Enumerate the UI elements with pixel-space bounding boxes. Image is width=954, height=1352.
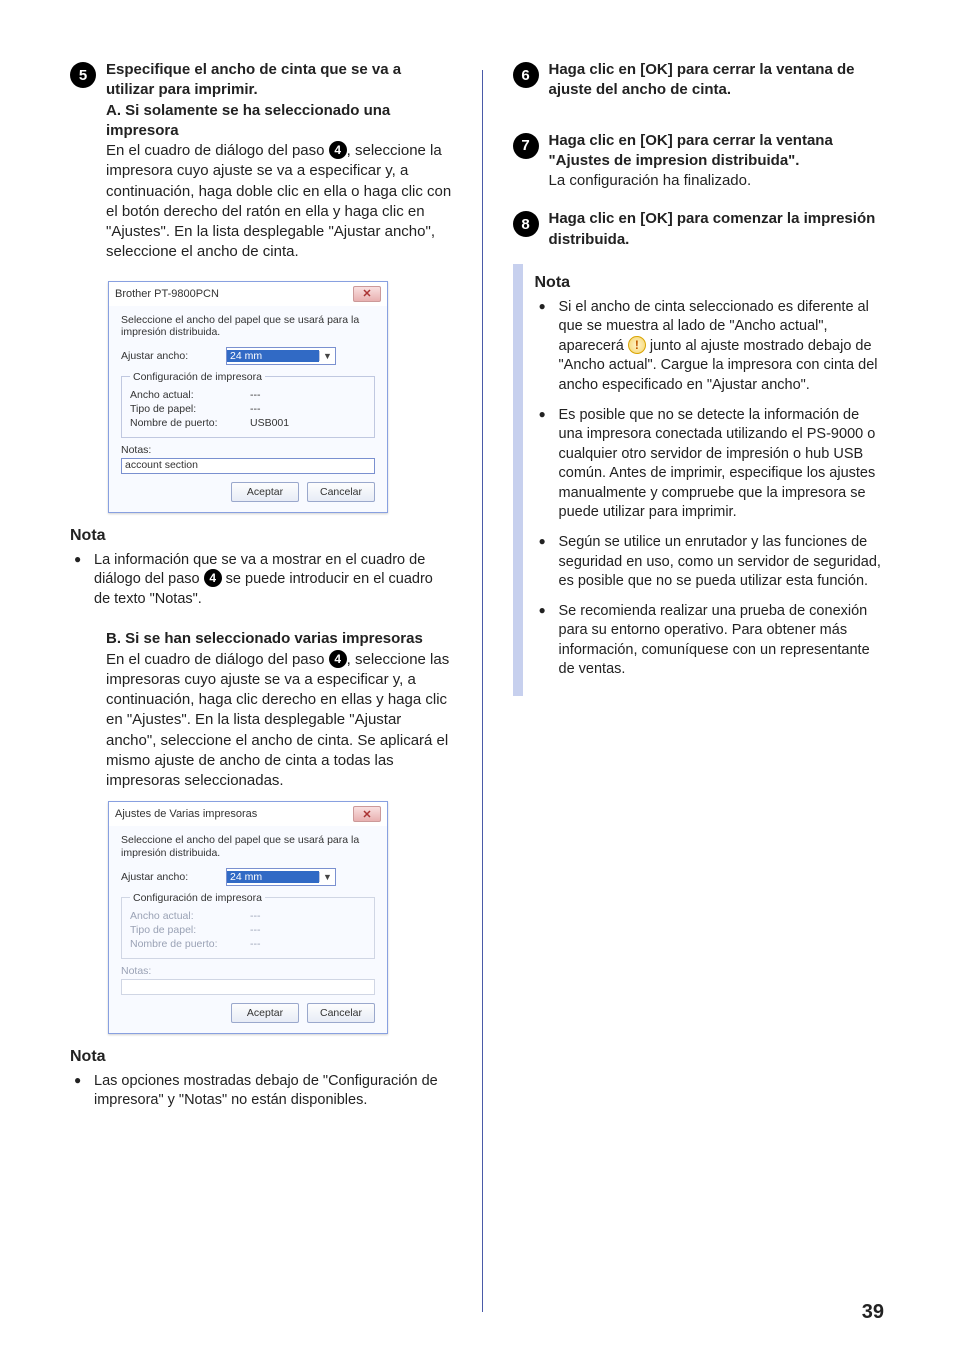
close-icon[interactable]: ✕ xyxy=(353,286,381,302)
step5-text-before: En el cuadro de diálogo del paso xyxy=(106,142,329,159)
step-5-title: Especifique el ancho de cinta que se va … xyxy=(106,60,452,101)
ok-button[interactable]: Aceptar xyxy=(231,1003,299,1023)
nota-right-item-2: Es posible que no se detecte la informac… xyxy=(559,406,883,523)
paper-type-label: Tipo de papel: xyxy=(130,924,240,936)
printer-config-group: Configuración de impresora Ancho actual:… xyxy=(121,892,375,959)
step-6-text: Haga clic en [OK] para cerrar la ventana… xyxy=(549,60,895,101)
dialog-desc: Seleccione el ancho del papel que se usa… xyxy=(121,834,375,859)
step4-ref-icon: 4 xyxy=(329,141,347,159)
step-7-bold: Haga clic en [OK] para cerrar la ventana… xyxy=(549,131,895,172)
dialog-body: Seleccione el ancho del papel que se usa… xyxy=(109,306,387,512)
port-name-value: USB001 xyxy=(250,417,289,429)
subB-title: B. Si se han seleccionado varias impreso… xyxy=(106,629,452,649)
adjust-width-row: Ajustar ancho: 24 mm ▼ xyxy=(121,347,375,365)
step-badge-7: 7 xyxy=(513,133,539,159)
adjust-width-select[interactable]: 24 mm ▼ xyxy=(226,347,336,365)
nota-1-list: La información que se va a mostrar en el… xyxy=(94,551,452,610)
chevron-down-icon[interactable]: ▼ xyxy=(319,351,335,361)
printer-config-group: Configuración de impresora Ancho actual:… xyxy=(121,371,375,438)
adjust-width-select[interactable]: 24 mm ▼ xyxy=(226,868,336,886)
current-width-label: Ancho actual: xyxy=(130,389,240,401)
nota-right-item-4: Se recomienda realizar una prueba de con… xyxy=(559,602,883,680)
notes-label: Notas: xyxy=(121,444,231,456)
step-badge-8: 8 xyxy=(513,211,539,237)
right-column: 6 Haga clic en [OK] para cerrar la venta… xyxy=(513,60,895,1312)
ok-button[interactable]: Aceptar xyxy=(231,482,299,502)
left-column: 5 Especifique el ancho de cinta que se v… xyxy=(70,60,452,1312)
port-name-value: --- xyxy=(250,938,261,950)
paper-type-value: --- xyxy=(250,403,261,415)
adjust-width-value: 24 mm xyxy=(227,871,319,883)
step4-ref-icon: 4 xyxy=(204,569,222,587)
current-width-value: --- xyxy=(250,910,261,922)
adjust-width-label: Ajustar ancho: xyxy=(121,871,216,883)
warning-icon: ! xyxy=(628,336,646,354)
dialog-titlebar: Brother PT-9800PCN ✕ xyxy=(109,282,387,306)
current-width-label: Ancho actual: xyxy=(130,910,240,922)
paper-type-value: --- xyxy=(250,924,261,936)
port-name-label: Nombre de puerto: xyxy=(130,417,240,429)
notes-input xyxy=(121,979,375,995)
notes-input[interactable]: account section xyxy=(121,458,375,474)
current-width-value: --- xyxy=(250,389,261,401)
nota-right-list: Si el ancho de cinta seleccionado es dif… xyxy=(559,298,883,680)
dialog-screenshot-single-printer: Brother PT-9800PCN ✕ Seleccione el ancho… xyxy=(108,281,388,513)
nota-right-item-1: Si el ancho de cinta seleccionado es dif… xyxy=(559,298,883,396)
step-5-body: Especifique el ancho de cinta que se va … xyxy=(106,60,452,269)
port-name-label: Nombre de puerto: xyxy=(130,938,240,950)
nota-heading-1: Nota xyxy=(70,527,452,545)
close-icon[interactable]: ✕ xyxy=(353,806,381,822)
notes-label: Notas: xyxy=(121,965,231,977)
step4-ref-icon: 4 xyxy=(329,650,347,668)
step-7: 7 Haga clic en [OK] para cerrar la venta… xyxy=(513,131,895,192)
dialog-screenshot-multi-printer: Ajustes de Varias impresoras ✕ Seleccion… xyxy=(108,801,388,1033)
step-6: 6 Haga clic en [OK] para cerrar la venta… xyxy=(513,60,895,101)
cancel-button[interactable]: Cancelar xyxy=(307,1003,375,1023)
nota-heading-right: Nota xyxy=(535,274,883,292)
step-badge-6: 6 xyxy=(513,62,539,88)
nota-heading-2: Nota xyxy=(70,1048,452,1066)
step-7-plain: La configuración ha finalizado. xyxy=(549,171,895,191)
nota-block-right: Nota Si el ancho de cinta seleccionado e… xyxy=(513,264,895,696)
subB-text: En el cuadro de diálogo del paso 4, sele… xyxy=(106,650,452,792)
subB-text-before: En el cuadro de diálogo del paso xyxy=(106,651,329,668)
nota-2-list: Las opciones mostradas debajo de "Config… xyxy=(94,1072,452,1111)
step-5-subA-title: A. Si solamente se ha seleccionado una i… xyxy=(106,101,452,142)
dialog-title: Brother PT-9800PCN xyxy=(115,288,219,300)
step-5-subA-text: En el cuadro de diálogo del paso 4, sele… xyxy=(106,141,452,263)
cancel-button[interactable]: Cancelar xyxy=(307,482,375,502)
dialog-titlebar: Ajustes de Varias impresoras ✕ xyxy=(109,802,387,826)
paper-type-label: Tipo de papel: xyxy=(130,403,240,415)
adjust-width-value: 24 mm xyxy=(227,350,319,362)
dialog-title: Ajustes de Varias impresoras xyxy=(115,808,257,820)
column-divider xyxy=(482,70,483,1312)
adjust-width-label: Ajustar ancho: xyxy=(121,350,216,362)
dialog-body: Seleccione el ancho del papel que se usa… xyxy=(109,826,387,1032)
nota-2-item: Las opciones mostradas debajo de "Config… xyxy=(94,1072,452,1111)
printer-config-legend: Configuración de impresora xyxy=(130,371,265,383)
step-7-body: Haga clic en [OK] para cerrar la ventana… xyxy=(549,131,895,192)
nota-right-item-3: Según se utilice un enrutador y las func… xyxy=(559,533,883,592)
step-5: 5 Especifique el ancho de cinta que se v… xyxy=(70,60,452,269)
dialog-desc: Seleccione el ancho del papel que se usa… xyxy=(121,314,375,339)
subB-text-after: , seleccione las impresoras cuyo ajuste … xyxy=(106,651,449,790)
printer-config-legend: Configuración de impresora xyxy=(130,892,265,904)
page-number: 39 xyxy=(862,1301,884,1324)
step5-text-after: , seleccione la impresora cuyo ajuste se… xyxy=(106,142,451,260)
nota-1-item: La información que se va a mostrar en el… xyxy=(94,551,452,610)
chevron-down-icon[interactable]: ▼ xyxy=(319,872,335,882)
step-8: 8 Haga clic en [OK] para comenzar la imp… xyxy=(513,209,895,250)
adjust-width-row: Ajustar ancho: 24 mm ▼ xyxy=(121,868,375,886)
step-badge-5: 5 xyxy=(70,62,96,88)
step-8-text: Haga clic en [OK] para comenzar la impre… xyxy=(549,209,895,250)
